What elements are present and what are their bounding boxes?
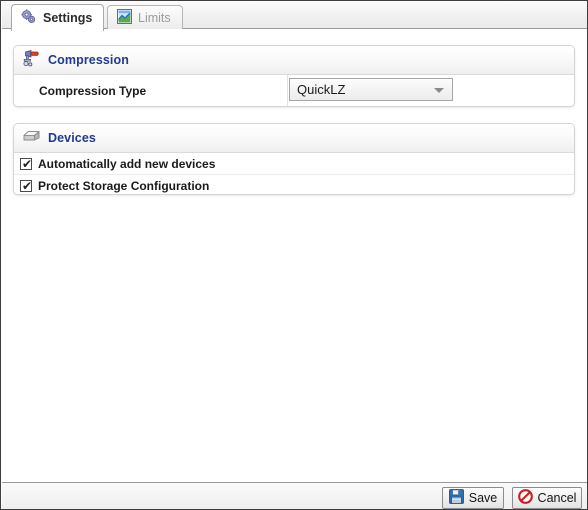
protect-storage-config-label: Protect Storage Configuration <box>38 178 210 193</box>
compression-type-value: QuickLZ <box>297 82 346 97</box>
compression-panel: Compression Compression Type QuickLZ <box>13 45 575 107</box>
settings-window: Settings Limits Compression Compression … <box>0 0 588 510</box>
checkmark-icon: ✔ <box>22 156 33 171</box>
protect-storage-config-row[interactable]: ✔ Protect Storage Configuration <box>14 175 574 194</box>
compression-type-dropdown[interactable]: QuickLZ <box>289 78 453 101</box>
chart-icon <box>117 8 132 27</box>
field-column-divider <box>287 75 288 106</box>
dialog-footer: Save Cancel <box>2 482 587 509</box>
devices-panel: Devices ✔ Automatically add new devices … <box>13 123 575 195</box>
save-button[interactable]: Save <box>442 487 504 509</box>
save-button-label: Save <box>468 491 498 505</box>
no-entry-icon <box>517 489 533 507</box>
tab-settings[interactable]: Settings <box>11 4 105 31</box>
devices-panel-header: Devices <box>14 124 574 153</box>
devices-panel-title: Devices <box>48 131 96 145</box>
hard-drive-icon <box>22 127 41 149</box>
protect-storage-config-checkbox[interactable]: ✔ <box>20 178 33 193</box>
compressor-icon <box>22 49 41 71</box>
floppy-disk-icon <box>448 489 464 507</box>
compression-panel-header: Compression <box>14 46 574 75</box>
tab-limits[interactable]: Limits <box>107 5 183 29</box>
tab-bar: Settings Limits <box>2 2 587 31</box>
tab-limits-label: Limits <box>138 10 171 25</box>
checkmark-icon: ✔ <box>22 178 33 193</box>
compression-type-label: Compression Type <box>39 84 147 98</box>
cancel-button-label: Cancel <box>537 491 577 505</box>
cancel-button[interactable]: Cancel <box>512 487 582 509</box>
gears-icon <box>21 8 37 28</box>
compression-type-row: Compression Type QuickLZ <box>14 75 574 106</box>
auto-add-devices-checkbox[interactable]: ✔ <box>20 156 33 171</box>
auto-add-devices-label: Automatically add new devices <box>38 156 216 171</box>
compression-panel-title: Compression <box>48 53 129 67</box>
auto-add-devices-row[interactable]: ✔ Automatically add new devices <box>14 153 574 175</box>
tab-settings-label: Settings <box>43 11 93 25</box>
settings-content: Compression Compression Type QuickLZ Dev… <box>2 30 587 482</box>
chevron-down-icon[interactable] <box>434 88 444 93</box>
